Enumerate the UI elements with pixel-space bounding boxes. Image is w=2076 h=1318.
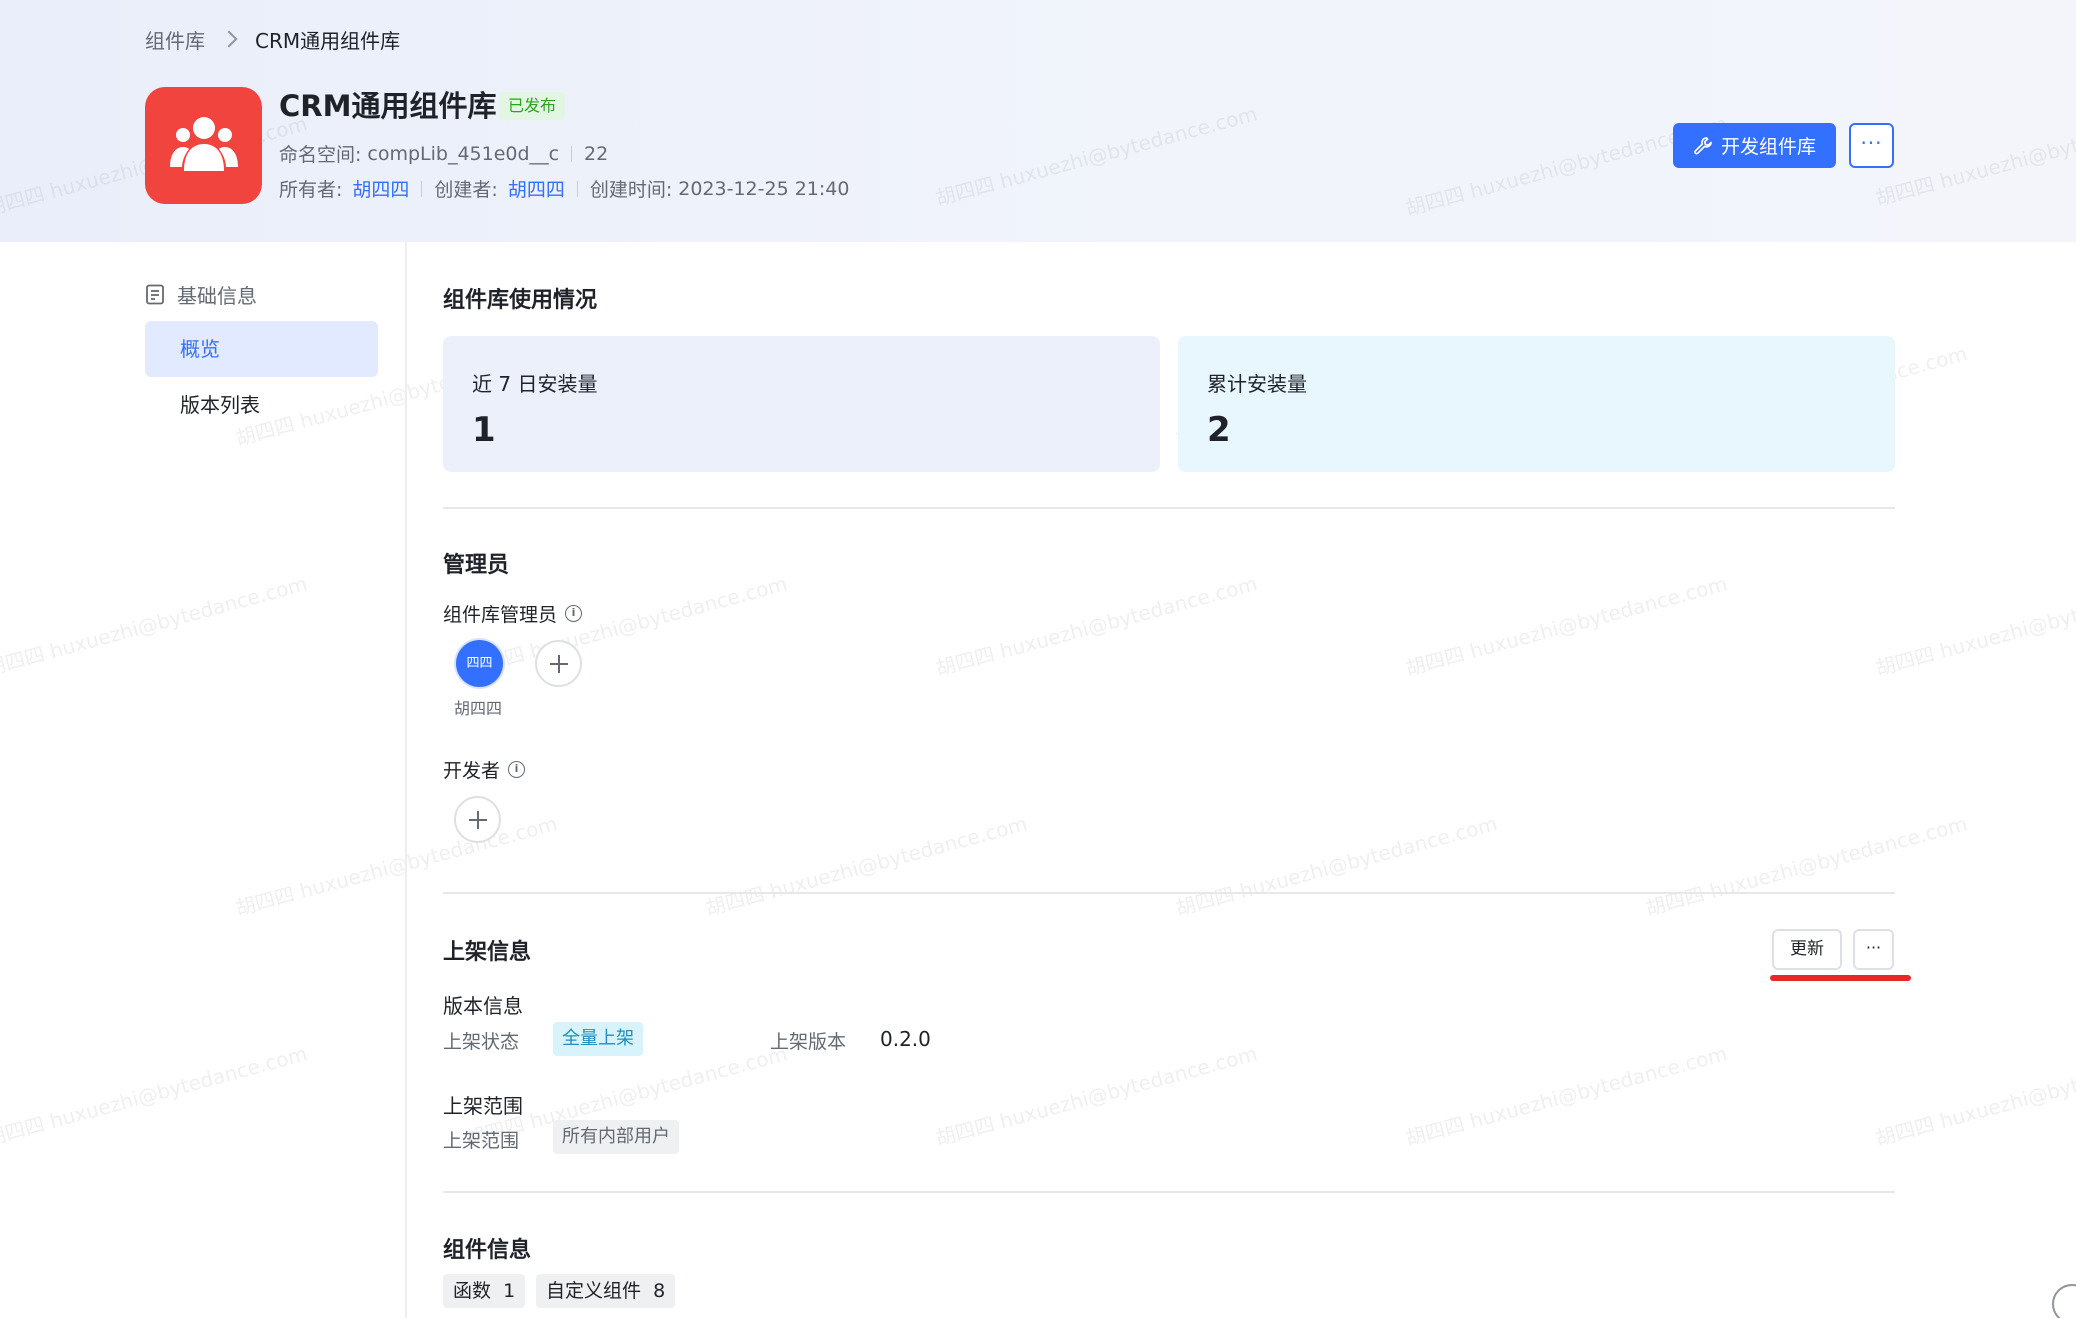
scope-tag: 所有内部用户 [553, 1120, 679, 1154]
created-label: 创建时间: [589, 179, 673, 201]
creator-label: 创建者: [434, 179, 498, 201]
section-divider [443, 1191, 1895, 1193]
admins-section-title: 管理员 [443, 553, 510, 578]
listing-section-title: 上架信息 [443, 940, 532, 965]
developer-field: 开发者 i [443, 756, 526, 783]
scope-label: 上架范围 [443, 1130, 520, 1152]
sidebar-group-label: 基础信息 [177, 284, 257, 308]
info-icon[interactable]: i [508, 761, 526, 778]
namespace-label: 命名空间: [279, 144, 362, 166]
recent-installs-value: 1 [472, 410, 496, 450]
page-title: CRM通用组件库 [279, 89, 497, 123]
status-badge: 已发布 [499, 92, 566, 120]
info-icon[interactable]: i [565, 605, 583, 622]
created-at: 2023-12-25 21:40 [678, 177, 850, 200]
creator-link[interactable]: 胡四四 [508, 175, 565, 202]
version-info-subtitle: 版本信息 [443, 994, 523, 1018]
user-group-icon [170, 117, 238, 171]
listing-status-tag: 全量上架 [553, 1022, 643, 1056]
sidebar-divider [405, 242, 407, 1318]
owner-label: 所有者: [279, 179, 343, 201]
update-button[interactable]: 更新 [1772, 929, 1842, 970]
namespace-row: 命名空间: compLib_451e0d__c 22 [279, 140, 608, 167]
divider [571, 145, 573, 162]
document-icon [146, 284, 164, 305]
components-section-title: 组件信息 [443, 1238, 532, 1263]
avatar[interactable]: 四四 [456, 640, 503, 687]
developer-label: 开发者 [443, 760, 501, 782]
add-developer-button[interactable] [454, 796, 501, 843]
custom-components-count-tag: 自定义组件 8 [536, 1274, 676, 1308]
wrench-icon [1694, 136, 1712, 154]
total-installs-card: 累计安装量 2 [1178, 336, 1895, 472]
page: 胡四四 huxuezhi@bytedance.com 胡四四 huxuezhi@… [0, 0, 2076, 1318]
develop-library-label: 开发组件库 [1720, 136, 1816, 158]
more-actions-button[interactable]: ··· [1849, 123, 1894, 168]
develop-library-button[interactable]: 开发组件库 [1673, 123, 1836, 168]
listing-version-label: 上架版本 [770, 1031, 847, 1053]
sidebar-item-overview[interactable]: 概览 [145, 321, 378, 377]
divider [576, 180, 578, 197]
breadcrumb-current: CRM通用组件库 [255, 28, 401, 53]
recent-installs-label: 近 7 日安装量 [472, 372, 598, 396]
namespace-count: 22 [584, 142, 609, 165]
usage-section-title: 组件库使用情况 [443, 288, 598, 313]
listing-more-button[interactable]: ··· [1853, 929, 1894, 970]
section-divider [443, 507, 1895, 509]
admin-name: 胡四四 [454, 699, 503, 718]
highlight-underline [1770, 975, 1911, 981]
sidebar-group-basic-info: 基础信息 [145, 280, 257, 309]
recent-installs-card: 近 7 日安装量 1 [443, 336, 1160, 472]
total-installs-value: 2 [1207, 410, 1231, 450]
library-admin-field: 组件库管理员 i [443, 600, 583, 627]
chevron-right-icon [220, 30, 238, 48]
scope-subtitle: 上架范围 [443, 1094, 523, 1118]
help-icon[interactable] [2052, 1284, 2076, 1318]
sidebar-item-version-list[interactable]: 版本列表 [145, 377, 378, 433]
library-admin-label: 组件库管理员 [443, 604, 558, 626]
ownership-row: 所有者: 胡四四 创建者: 胡四四 创建时间: 2023-12-25 21:40 [279, 175, 849, 202]
library-logo [145, 87, 262, 204]
divider [421, 180, 423, 197]
breadcrumb: 组件库 CRM通用组件库 [145, 24, 400, 54]
owner-link[interactable]: 胡四四 [352, 175, 409, 202]
functions-count-tag: 函数 1 [443, 1274, 526, 1308]
listing-version-value: 0.2.0 [880, 1027, 931, 1051]
listing-status-label: 上架状态 [443, 1031, 520, 1053]
namespace-value: compLib_451e0d__c [367, 142, 560, 165]
section-divider [443, 892, 1895, 894]
total-installs-label: 累计安装量 [1207, 372, 1307, 396]
breadcrumb-root-link[interactable]: 组件库 [145, 25, 205, 54]
add-admin-button[interactable] [535, 640, 582, 687]
